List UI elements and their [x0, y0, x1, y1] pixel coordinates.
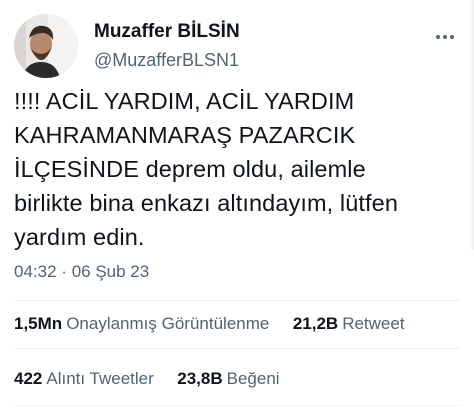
quotes-count: 422 — [14, 369, 43, 388]
quotes-label: Alıntı Tweetler — [46, 369, 154, 388]
tweet-text: !!!! ACİL YARDIM, ACİL YARDIM KAHRAMANMA… — [14, 88, 399, 250]
divider-bottom — [14, 405, 460, 406]
scroll-edge — [468, 0, 474, 250]
retweets-count: 21,2B — [292, 314, 339, 333]
tweet-date: 06 Şub 23 — [71, 262, 150, 281]
quotes-stat[interactable]: 422 Alıntı Tweetler — [14, 369, 159, 388]
likes-label: Beğeni — [226, 369, 280, 388]
stats-row-1: 1,5Mn Onaylanmış Görüntülenme 21,2B Retwee… — [14, 314, 405, 334]
retweets-stat[interactable]: 21,2B Retweet — [293, 314, 405, 333]
author-names: Muzaffer BİLSİN @MuzafferBLSN1 — [94, 20, 240, 71]
likes-count: 23,8B — [177, 369, 223, 388]
stats-row-2: 422 Alıntı Tweetler 23,8B Beğeni — [14, 369, 280, 389]
tweet-card: Muzaffer BİLSİN @MuzafferBLSN1 !!!! ACİL… — [0, 0, 474, 419]
tweet-timestamp[interactable]: 04:32 · 06 Şub 23 — [14, 262, 149, 282]
views-label: Onaylanmış Görüntülenme — [66, 314, 270, 333]
more-options-icon[interactable] — [434, 26, 456, 48]
views-stat[interactable]: 1,5Mn Onaylanmış Görüntülenme — [14, 314, 274, 333]
author-handle[interactable]: @MuzafferBLSN1 — [94, 49, 240, 71]
views-count: 1,5Mn — [14, 314, 63, 333]
retweets-label: Retweet — [342, 314, 405, 333]
timestamp-separator: · — [61, 262, 67, 281]
avatar[interactable] — [14, 14, 78, 78]
author-display-name[interactable]: Muzaffer BİLSİN — [94, 20, 240, 44]
likes-stat[interactable]: 23,8B Beğeni — [177, 369, 279, 388]
divider-middle — [14, 348, 460, 349]
avatar-image — [14, 14, 78, 78]
tweet-time: 04:32 — [14, 262, 57, 281]
divider-top — [14, 300, 460, 301]
tweet-header: Muzaffer BİLSİN @MuzafferBLSN1 — [14, 14, 460, 80]
